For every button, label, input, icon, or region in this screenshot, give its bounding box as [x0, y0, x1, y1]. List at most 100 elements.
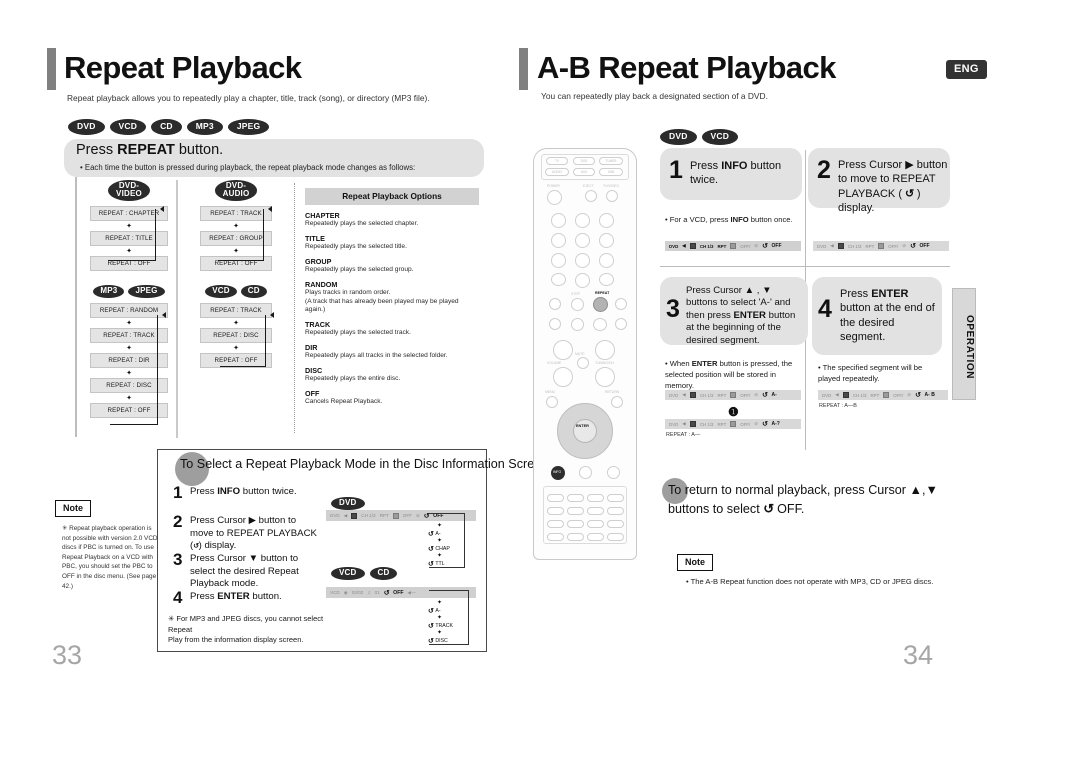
- left-disc-badge-row: DVD VCD CD MP3 JPEG: [68, 119, 270, 135]
- press-label: Press: [190, 591, 218, 602]
- remote-key-slow[interactable]: [567, 507, 584, 515]
- remote-step-button[interactable]: [571, 298, 584, 311]
- remote-return-button[interactable]: [611, 396, 623, 408]
- osd-repeat-value: OFF: [393, 589, 404, 596]
- osd-chapter-icon: [689, 421, 696, 427]
- step-3-osd-value2: A-?: [771, 421, 780, 427]
- remote-stop-button[interactable]: [571, 318, 584, 331]
- step-3-bullet: • When ENTER button is pressed, the sele…: [665, 358, 805, 391]
- remote-key-3[interactable]: [599, 213, 614, 228]
- remote-key-soundedit[interactable]: [607, 507, 624, 515]
- remote-key-pscan[interactable]: [587, 494, 604, 502]
- remote-skip-back-button[interactable]: [549, 298, 561, 310]
- osd-subtitle-icon: [883, 392, 890, 398]
- remote-key-effect[interactable]: [567, 494, 584, 502]
- osd-prev-icon: ◀: [343, 512, 348, 518]
- disc-badge-cd: CD: [151, 119, 182, 135]
- remote-repeat-button[interactable]: [593, 297, 608, 312]
- option-term: TITLE: [305, 233, 325, 243]
- disc-badge-cd: CD: [240, 285, 267, 299]
- remote-key-mode[interactable]: [547, 494, 564, 502]
- option-desc: Repeatedly plays all tracks in the selec…: [305, 352, 448, 360]
- remote-key-5[interactable]: [575, 233, 590, 248]
- remote-key-zoom[interactable]: [547, 520, 564, 528]
- remote-tuning-up-button[interactable]: [595, 340, 615, 360]
- remote-key-usb[interactable]: USB: [599, 168, 623, 176]
- remote-key-tuner[interactable]: TUNER: [599, 157, 623, 165]
- remote-key-audio2[interactable]: [587, 507, 604, 515]
- remote-key-subwoof[interactable]: [607, 520, 624, 528]
- remote-eject-button[interactable]: [585, 190, 597, 202]
- step-1-osd-value: OFF: [771, 243, 782, 249]
- remote-volume-up-button[interactable]: [553, 340, 573, 360]
- remote-key-lcview[interactable]: [567, 520, 584, 528]
- disc-info-step-number: 3: [173, 550, 183, 569]
- remote-key-tv[interactable]: TV: [546, 157, 568, 165]
- osd-prev-icon: ◀: [682, 392, 686, 397]
- osd-chapter: CH 1/3: [361, 513, 376, 518]
- remote-key-testtone[interactable]: [607, 494, 624, 502]
- remote-volume-down-button[interactable]: [553, 367, 573, 387]
- option-desc: Repeatedly plays the entire disc.: [305, 375, 401, 383]
- step-4-osd-value: A- B: [924, 392, 935, 398]
- remote-control-illustration: TV DVD TUNER AUDIO AUX USB POWER EJECT T…: [533, 148, 637, 560]
- remote-enter-button[interactable]: [573, 419, 597, 443]
- remote-key-1[interactable]: [551, 213, 566, 228]
- remote-tv-video-button[interactable]: [606, 190, 618, 202]
- right-page-number: 34: [903, 640, 934, 670]
- osd-chapter: CH 1/3: [699, 392, 714, 398]
- remote-key-subtitle[interactable]: [587, 520, 604, 528]
- remote-key-7[interactable]: [551, 253, 566, 268]
- remote-key-dvd[interactable]: DVD: [573, 157, 595, 165]
- vcd-chain-loop: [429, 590, 469, 645]
- disc-badge-dvd-video: DVD- VIDEO: [108, 180, 150, 201]
- remote-play-pause-button[interactable]: [593, 318, 607, 331]
- dvd-chain-loop: [429, 513, 465, 568]
- remote-key-4[interactable]: [551, 233, 566, 248]
- remote-skip-forward-button[interactable]: [615, 298, 627, 310]
- remote-mute-button[interactable]: [577, 357, 589, 369]
- remote-key-2[interactable]: [575, 213, 590, 228]
- remote-key-logic[interactable]: [547, 507, 564, 515]
- osd-chapter: CH 1/3: [852, 392, 867, 398]
- osd-prev-icon: ◀: [682, 421, 686, 426]
- remote-key-9[interactable]: [599, 253, 614, 268]
- remote-rewind-button[interactable]: [549, 318, 561, 330]
- step-2-pre: Press Cursor ▶ button to move to REPEAT …: [838, 159, 948, 200]
- remote-key-aux[interactable]: AUX: [573, 168, 595, 176]
- left-page-subtitle: Repeat playback allows you to repeatedly…: [67, 93, 430, 103]
- osd-off1: OFF: [402, 513, 412, 518]
- remote-key-sound[interactable]: [607, 533, 624, 541]
- osd-rpt: RPT: [717, 421, 727, 427]
- remote-key-remaudio[interactable]: [587, 533, 604, 541]
- option-item: DISC Repeatedly plays the entire disc.: [305, 366, 479, 384]
- flow-loop-arrowhead: [160, 206, 164, 212]
- remote-menu-button[interactable]: [546, 396, 558, 408]
- remote-key-cancel[interactable]: [599, 273, 614, 286]
- remote-key-8[interactable]: [575, 253, 590, 268]
- remote-key-tuner-mem[interactable]: [551, 273, 566, 286]
- remote-key-sleep[interactable]: [547, 533, 564, 541]
- remote-key-dimmer[interactable]: [567, 533, 584, 541]
- disc-badge-vcd: VCD: [109, 119, 147, 135]
- repeat-playback-icon: ↺: [905, 187, 914, 200]
- repeat-playback-icon: ↺: [763, 500, 774, 516]
- remote-forward-button[interactable]: [615, 318, 627, 330]
- remote-tuning-down-button[interactable]: [595, 367, 615, 387]
- bullet-post: button once.: [748, 215, 793, 224]
- repeat-playback-icon: ↺: [910, 243, 916, 250]
- left-page-title: Repeat Playback: [64, 50, 302, 85]
- osd-subtitle-icon: [878, 243, 885, 249]
- osd-angle-icon: ⊘: [754, 243, 759, 248]
- disc-info-step-text: Press Cursor ▶ button to move to REPEAT …: [190, 515, 318, 553]
- remote-key-0[interactable]: [575, 273, 590, 288]
- remote-power-button[interactable]: [547, 190, 562, 205]
- remote-audio-button[interactable]: [579, 466, 592, 479]
- osd-subtitle-icon: [730, 392, 737, 398]
- remote-setup-button[interactable]: [607, 466, 620, 479]
- remote-key-6[interactable]: [599, 233, 614, 248]
- remote-key-audio[interactable]: AUDIO: [545, 168, 569, 176]
- flow-loop-arrowhead: [162, 312, 166, 318]
- osd-subtitle-icon: [392, 512, 399, 519]
- disc-badge-vcd: VCD: [701, 129, 739, 145]
